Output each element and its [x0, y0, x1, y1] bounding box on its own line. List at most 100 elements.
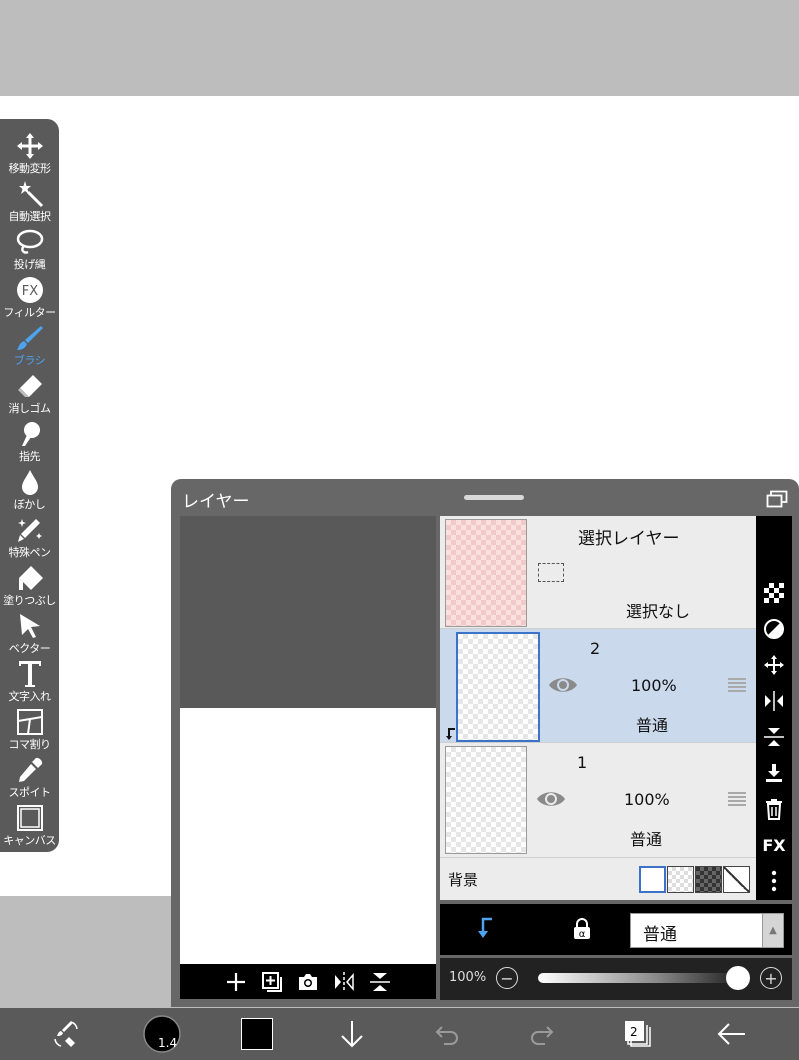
selection-status: 選択なし	[626, 602, 691, 621]
panel-drag-handle[interactable]	[464, 495, 524, 500]
preview-offscreen-area	[180, 516, 436, 708]
tool-filter[interactable]: FX フィルター	[0, 273, 59, 321]
eraser-icon	[0, 371, 59, 401]
selection-layer-thumbnail	[445, 519, 527, 627]
move-layer-icon[interactable]	[756, 650, 792, 680]
layer-opacity: 100%	[624, 790, 670, 809]
preview-toolbar	[180, 964, 436, 999]
eye-icon[interactable]	[548, 674, 578, 700]
maximize-icon[interactable]	[766, 490, 788, 512]
back-arrow-icon[interactable]	[712, 1014, 752, 1054]
brush-eraser-swap-icon[interactable]	[46, 1014, 86, 1054]
drag-handle-icon[interactable]	[728, 678, 746, 692]
alpha-lock-icon[interactable]: α	[571, 917, 593, 945]
color-swatch-button[interactable]	[237, 1014, 277, 1054]
background-none-swatch[interactable]	[723, 866, 750, 893]
trash-icon[interactable]	[756, 794, 792, 824]
tool-magic-wand[interactable]: 自動選択	[0, 177, 59, 225]
tool-vector[interactable]: ベクター	[0, 609, 59, 657]
tool-text[interactable]: 文字入れ	[0, 657, 59, 705]
layer-count: 2	[630, 1025, 638, 1039]
layer-name: 1	[577, 753, 588, 772]
flip-vertical-icon[interactable]	[369, 971, 391, 993]
background-dark-swatch[interactable]	[695, 866, 722, 893]
redo-icon[interactable]	[522, 1014, 562, 1054]
merge-down-icon[interactable]	[756, 758, 792, 788]
flip-vertical-icon[interactable]	[756, 722, 792, 752]
background-transparent-swatch[interactable]	[667, 866, 694, 893]
tool-frame-divider[interactable]: コマ割り	[0, 705, 59, 753]
background-row: 背景	[440, 858, 756, 900]
dropdown-arrow-icon: ▲	[762, 914, 783, 947]
svg-text:α: α	[579, 929, 586, 940]
fx-icon: FX	[0, 275, 59, 305]
eyedropper-icon	[0, 755, 59, 785]
opacity-label: 100%	[449, 970, 487, 985]
opacity-slider[interactable]	[538, 973, 738, 983]
layer-blend-mode: 普通	[636, 716, 669, 735]
tool-canvas[interactable]: キャンバス	[0, 801, 59, 849]
selection-layer-row[interactable]: 選択レイヤー 選択なし	[440, 516, 756, 629]
tool-lasso[interactable]: 投げ縄	[0, 225, 59, 273]
brush-size-value: 1.4	[158, 1036, 178, 1050]
layer-panel-title: レイヤー	[182, 492, 250, 512]
background-white-swatch[interactable]	[639, 866, 666, 893]
flip-horizontal-icon[interactable]	[333, 971, 355, 993]
opacity-decrease-button[interactable]: −	[496, 967, 518, 989]
fill-icon	[0, 563, 59, 593]
blend-bar: α 普通 ▲	[440, 904, 792, 955]
blur-icon	[0, 467, 59, 497]
layer-fx-button[interactable]: FX	[756, 830, 792, 860]
opacity-increase-button[interactable]: +	[760, 967, 782, 989]
camera-icon[interactable]	[297, 971, 319, 993]
layer-tools-bar: FX	[756, 516, 792, 900]
frame-divider-icon	[0, 707, 59, 737]
undo-icon[interactable]	[427, 1014, 467, 1054]
blend-mode-select[interactable]: 普通 ▲	[630, 913, 784, 948]
duplicate-layer-icon[interactable]	[261, 971, 283, 993]
flip-horizontal-icon[interactable]	[756, 686, 792, 716]
preview-canvas-area[interactable]	[180, 708, 436, 964]
bottom-toolbar: 1.4 2	[0, 1008, 799, 1060]
tool-eyedropper[interactable]: スポイト	[0, 753, 59, 801]
layer-thumbnail	[445, 746, 527, 854]
background-label: 背景	[448, 871, 479, 889]
layers-count-button[interactable]: 2	[617, 1014, 657, 1054]
text-icon	[0, 659, 59, 689]
special-pen-icon	[0, 515, 59, 545]
tool-move-transform[interactable]: 移動変形	[0, 129, 59, 177]
eye-icon[interactable]	[536, 788, 566, 814]
finger-icon	[0, 419, 59, 449]
layer-blend-mode: 普通	[630, 830, 663, 849]
brush-size-button[interactable]: 1.4	[142, 1014, 182, 1054]
down-arrow-icon[interactable]	[332, 1014, 372, 1054]
layer-row[interactable]: 1 100% 普通	[440, 743, 756, 858]
selection-layer-name: 選択レイヤー	[578, 529, 680, 549]
canvas-icon	[0, 803, 59, 833]
add-layer-icon[interactable]	[225, 971, 247, 993]
tool-eraser[interactable]: 消しゴム	[0, 369, 59, 417]
layer-thumbnail	[456, 632, 540, 742]
clipping-toggle-icon[interactable]	[474, 916, 496, 944]
vector-icon	[0, 611, 59, 641]
layer-panel: レイヤー 選択レイヤー 選択なし 2 100% 普通 1 100% 普通 背景 …	[171, 479, 799, 1007]
tool-finger[interactable]: 指先	[0, 417, 59, 465]
tool-fill[interactable]: 塗りつぶし	[0, 561, 59, 609]
opacity-bar: 100% − +	[440, 958, 792, 1000]
tool-special-pen[interactable]: 特殊ペン	[0, 513, 59, 561]
opacity-slider-knob[interactable]	[726, 966, 750, 990]
layer-opacity: 100%	[631, 676, 677, 695]
brush-icon	[0, 323, 59, 353]
layer-name: 2	[590, 639, 601, 658]
drag-handle-icon[interactable]	[728, 792, 746, 806]
tool-palette: 移動変形 自動選択 投げ縄 FX フィルター ブラシ 消しゴム 指先 ぼかし 特…	[0, 119, 59, 852]
tool-blur[interactable]: ぼかし	[0, 465, 59, 513]
more-options-icon[interactable]	[756, 866, 792, 896]
current-color-swatch	[241, 1018, 273, 1050]
tool-brush[interactable]: ブラシ	[0, 321, 59, 369]
layer-row[interactable]: 2 100% 普通	[440, 629, 756, 743]
invert-icon[interactable]	[756, 614, 792, 644]
layer-list: 選択レイヤー 選択なし 2 100% 普通 1 100% 普通 背景	[440, 516, 756, 900]
magic-wand-icon	[0, 179, 59, 209]
checker-icon[interactable]	[756, 578, 792, 608]
